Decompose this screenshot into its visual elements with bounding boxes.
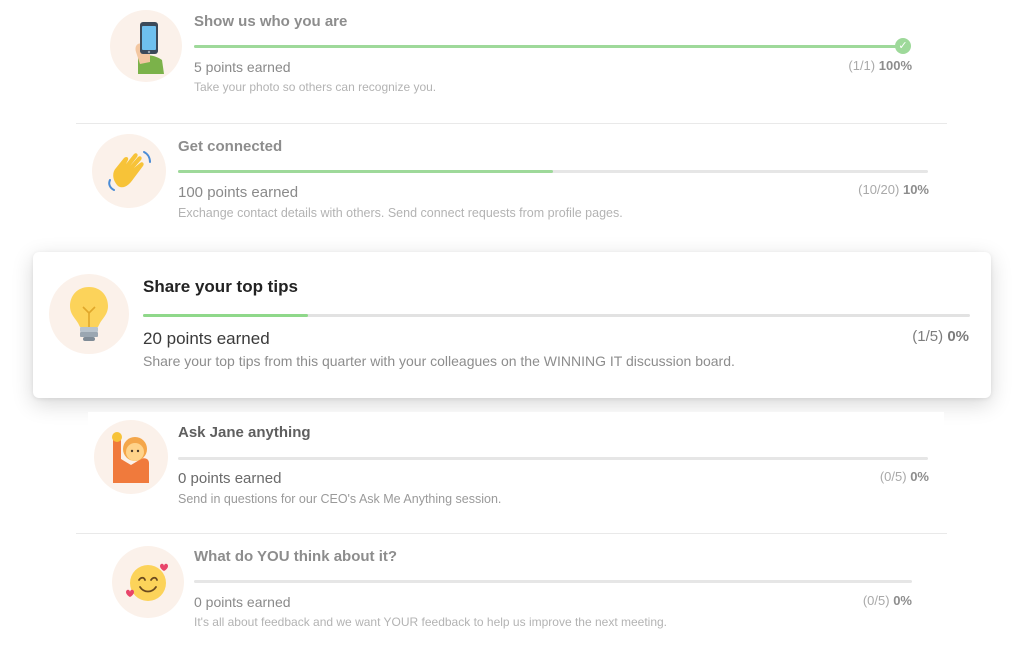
progress-track [178, 457, 928, 460]
achievement-description: Share your top tips from this quarter wi… [143, 353, 735, 369]
achievement-title: Show us who you are [194, 13, 348, 30]
progress-percent: 0% [947, 328, 969, 345]
progress-track [194, 580, 912, 583]
divider [76, 123, 947, 124]
achievement-description: Send in questions for our CEO's Ask Me A… [178, 492, 502, 506]
progress-ratio: (0/5) 0% [863, 593, 912, 608]
achievement-description: Take your photo so others can recognize … [194, 80, 437, 94]
progress-count: (1/5) [912, 328, 944, 345]
progress-ratio: (1/5) 0% [912, 328, 969, 345]
progress-track [178, 170, 928, 173]
achievement-card[interactable]: Get connected 100 points earned (10/20) … [88, 128, 944, 240]
achievement-card[interactable]: Ask Jane anything 0 points earned (0/5) … [88, 412, 944, 524]
points-earned: 20 points earned [143, 329, 270, 348]
phone-selfie-icon [110, 10, 182, 82]
lightbulb-icon [49, 274, 129, 354]
progress-fill [143, 314, 309, 317]
progress-percent: 0% [893, 593, 912, 608]
progress-percent: 100% [878, 58, 912, 73]
progress-track [194, 45, 904, 48]
achievement-description: Exchange contact details with others. Se… [178, 206, 623, 220]
check-icon: ✓ [895, 38, 911, 54]
achievement-description: It's all about feedback and we want YOUR… [194, 615, 668, 629]
progress-ratio: (1/1) 100% [848, 58, 912, 73]
progress-fill [178, 170, 553, 173]
progress-count: (0/5) [879, 469, 907, 484]
progress-count: (1/1) [848, 58, 876, 73]
points-earned: 0 points earned [178, 470, 282, 487]
achievement-card[interactable]: What do YOU think about it? 0 points ear… [108, 538, 924, 650]
achievement-title: What do YOU think about it? [194, 548, 398, 565]
points-earned: 5 points earned [194, 59, 291, 75]
progress-track [143, 314, 970, 317]
progress-percent: 10% [902, 182, 929, 197]
progress-ratio: (10/20) 10% [858, 182, 929, 197]
progress-ratio: (0/5) 0% [880, 469, 929, 484]
points-earned: 0 points earned [194, 594, 291, 610]
progress-fill [194, 45, 904, 48]
achievement-card-active[interactable]: Share your top tips 20 points earned (1/… [33, 252, 991, 398]
divider [76, 533, 947, 534]
progress-percent: 0% [910, 469, 929, 484]
progress-count: (0/5) [862, 593, 890, 608]
waving-hand-icon [92, 134, 166, 208]
achievement-title: Get connected [178, 138, 283, 155]
achievement-title: Share your top tips [143, 277, 298, 296]
points-earned: 100 points earned [178, 184, 299, 201]
progress-count: (10/20) [858, 182, 900, 197]
achievement-card[interactable]: Show us who you are ✓ 5 points earned (1… [108, 0, 924, 112]
raising-hand-icon [94, 420, 168, 494]
smiling-hearts-icon [112, 546, 184, 618]
achievement-title: Ask Jane anything [178, 424, 311, 441]
